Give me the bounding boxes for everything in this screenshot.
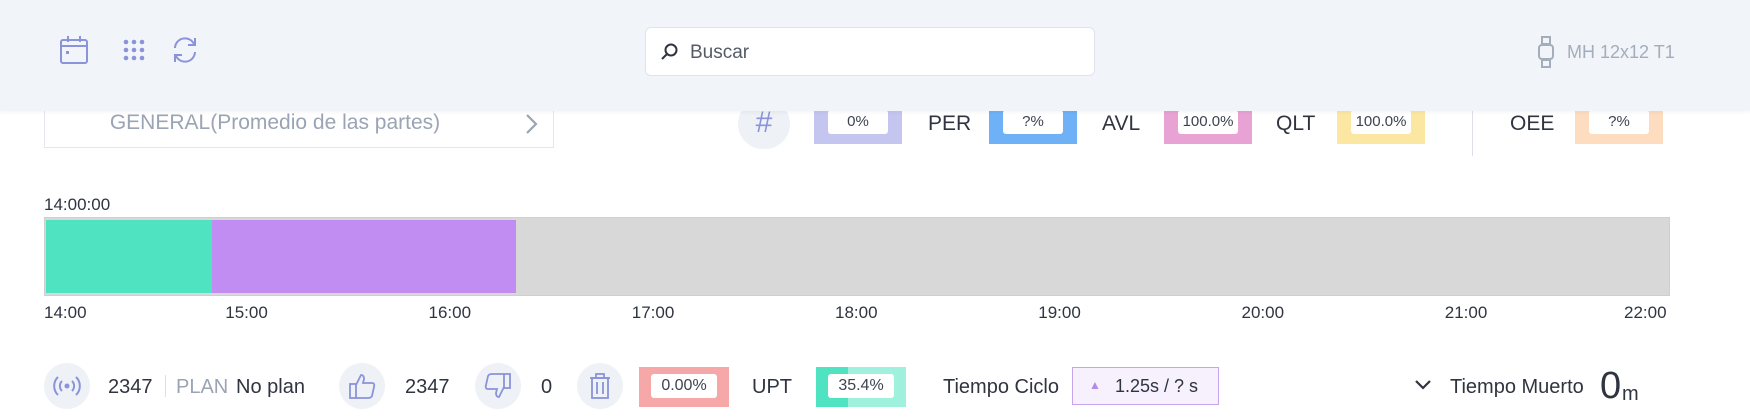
qlt-label: QLT	[1276, 112, 1316, 135]
avl-metric: 100.0%	[1164, 108, 1252, 144]
sensor-icon[interactable]	[44, 363, 90, 409]
timeline-tick: 21:00	[1444, 303, 1488, 322]
bad-count: 0	[541, 376, 553, 398]
per-metric: ?%	[989, 108, 1077, 144]
production-timeline[interactable]	[44, 217, 1670, 296]
cycle-time-label: Tiempo Ciclo	[943, 376, 1059, 398]
timeline-tick: 17:00	[631, 303, 675, 322]
per-value: ?%	[1003, 110, 1063, 134]
cycle-time-box[interactable]: ▲ 1.25s / ? s	[1072, 367, 1219, 405]
good-count: 2347	[405, 376, 450, 398]
search-input[interactable]	[688, 38, 1087, 68]
chevron-down-icon[interactable]	[1413, 378, 1433, 392]
metrics-divider	[1472, 104, 1473, 156]
triangle-up-icon: ▲	[1089, 378, 1101, 392]
dead-time-label: Tiempo Muerto	[1450, 376, 1584, 398]
search-box[interactable]	[645, 27, 1095, 76]
oee-value: ?%	[1589, 110, 1649, 134]
timeline-tick: 20:00	[1241, 303, 1285, 322]
timeline-tick: 15:00	[225, 303, 268, 322]
plan-label: PLAN	[176, 376, 229, 398]
top-bar: MH 12x12 T1	[0, 0, 1750, 111]
timeline-segment[interactable]	[46, 220, 213, 293]
qlt-metric: 100.0%	[1337, 108, 1425, 144]
timeline-tick: 14:00	[44, 303, 87, 322]
upt-value: 35.4%	[828, 374, 894, 398]
grid-icon[interactable]	[117, 33, 151, 67]
scrap-percent: 0.00%	[651, 374, 717, 398]
refresh-icon[interactable]	[168, 33, 202, 67]
plan-value: No plan	[236, 376, 305, 398]
thumbs-up-icon[interactable]	[339, 363, 385, 409]
part-selector-label: GENERAL(Promedio de las partes)	[109, 111, 441, 134]
timeline-start-label: 14:00:00	[44, 195, 111, 214]
qlt-value: 100.0%	[1351, 110, 1411, 134]
avl-label: AVL	[1102, 112, 1141, 135]
machine-name: MH 12x12 T1	[1567, 42, 1675, 62]
dead-time-value: 0	[1600, 365, 1622, 407]
timeline-tick: 22:00	[1624, 303, 1667, 322]
divider	[165, 375, 166, 397]
timeline-tick: 19:00	[1038, 303, 1081, 322]
scrap-percent-box: 0.00%	[639, 367, 729, 407]
upt-bar: 35.4%	[816, 367, 906, 407]
cycle-time-value: 1.25s / ? s	[1115, 376, 1199, 396]
oee-label: OEE	[1510, 112, 1555, 135]
produced-count: 2347	[108, 376, 153, 398]
count-metric: 0%	[814, 108, 902, 144]
search-icon	[661, 43, 678, 60]
trash-icon[interactable]	[577, 363, 623, 409]
watch-icon	[1538, 36, 1554, 68]
oee-metric: ?%	[1575, 108, 1663, 144]
dead-time-unit: m	[1622, 383, 1639, 405]
count-value: 0%	[828, 110, 888, 134]
avl-value: 100.0%	[1178, 110, 1238, 134]
status-bar: 2347 PLAN No plan 2347 0 0.00% UPT 35.4%…	[0, 360, 1750, 412]
per-label: PER	[928, 112, 972, 135]
calendar-icon[interactable]	[57, 33, 91, 67]
chevron-right-icon	[526, 114, 538, 134]
thumbs-down-icon[interactable]	[475, 363, 521, 409]
timeline-tick: 16:00	[428, 303, 472, 322]
timeline-segment[interactable]	[212, 220, 517, 293]
upt-label: UPT	[752, 376, 792, 398]
timeline-tick: 18:00	[835, 303, 878, 322]
